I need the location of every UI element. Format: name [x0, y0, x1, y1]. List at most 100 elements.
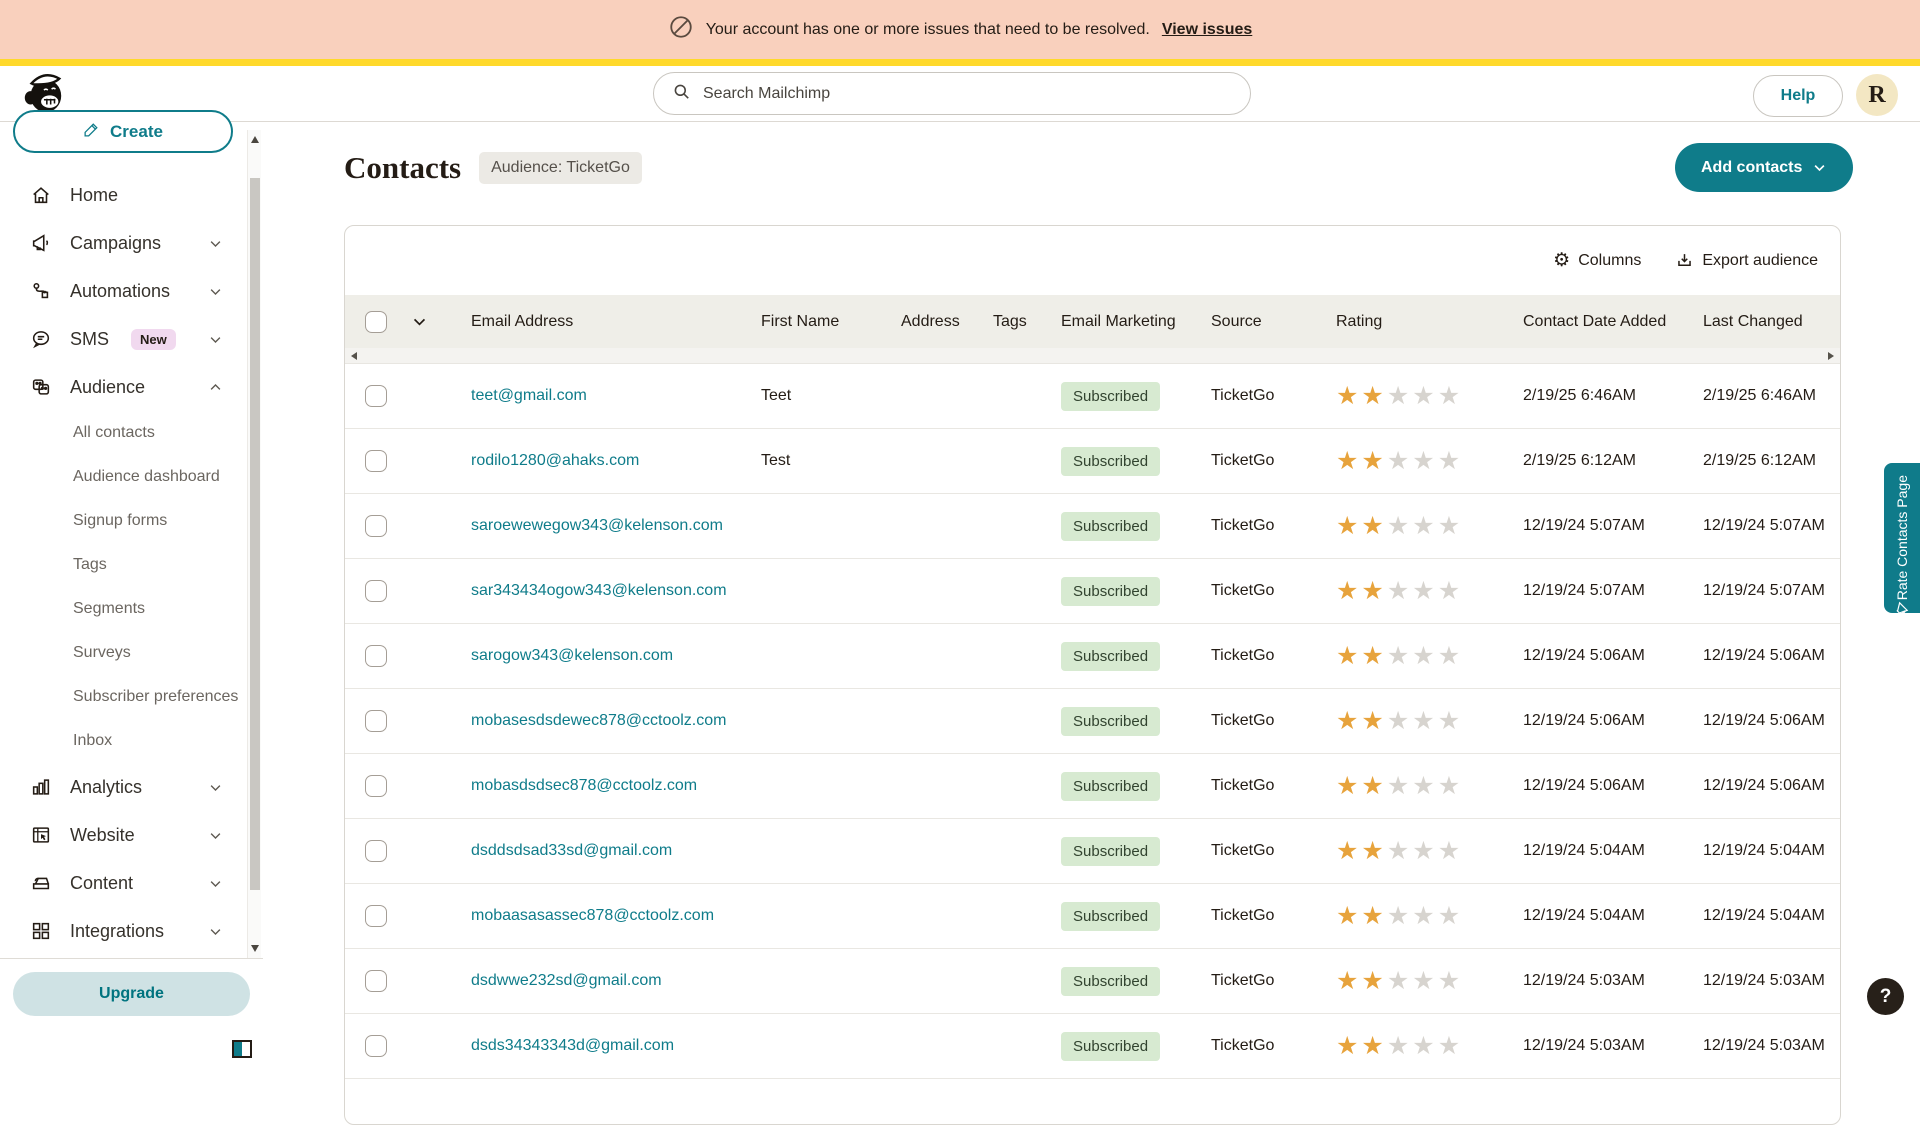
contact-email-link[interactable]: dsdwwe232sd@gmail.com: [471, 972, 662, 989]
column-header-date-added[interactable]: Contact Date Added: [1523, 313, 1703, 331]
row-checkbox[interactable]: [365, 970, 387, 992]
rate-contacts-page-tab[interactable]: Rate Contacts Page: [1884, 463, 1920, 613]
add-contacts-button[interactable]: Add contacts: [1675, 143, 1853, 192]
help-fab-button[interactable]: ?: [1867, 978, 1904, 1015]
chevron-down-icon: [208, 780, 223, 795]
star-empty-icon: ★: [1412, 382, 1437, 410]
row-checkbox[interactable]: [365, 645, 387, 667]
bulk-actions-chevron[interactable]: [411, 313, 471, 330]
contact-date-added: 12/19/24 5:06AM: [1523, 647, 1703, 665]
upgrade-button[interactable]: Upgrade: [13, 972, 250, 1016]
sidebar-item-segments[interactable]: Segments: [0, 587, 245, 631]
row-checkbox[interactable]: [365, 385, 387, 407]
star-rating: ★★★★★: [1336, 449, 1523, 474]
contact-date-added: 12/19/24 5:04AM: [1523, 907, 1703, 925]
sidebar-divider: [0, 958, 263, 959]
sidebar-item-website[interactable]: Website: [0, 811, 245, 859]
table-horizontal-scrollbar[interactable]: [345, 348, 1840, 364]
star-filled-icon: ★: [1336, 1032, 1361, 1060]
sidebar-item-audience-dashboard[interactable]: Audience dashboard: [0, 455, 245, 499]
star-filled-icon: ★: [1336, 577, 1361, 605]
column-header-email[interactable]: Email Address: [471, 313, 761, 331]
view-issues-link[interactable]: View issues: [1162, 21, 1252, 39]
contact-last-changed: 12/19/24 5:06AM: [1703, 647, 1840, 665]
star-empty-icon: ★: [1387, 902, 1412, 930]
star-empty-icon: ★: [1438, 902, 1463, 930]
contact-email-link[interactable]: rodilo1280@ahaks.com: [471, 452, 639, 469]
sidebar-item-label: Analytics: [70, 777, 142, 798]
sidebar-item-tags[interactable]: Tags: [0, 543, 245, 587]
sidebar-item-surveys[interactable]: Surveys: [0, 631, 245, 675]
sidebar-item-integrations[interactable]: Integrations: [0, 907, 245, 955]
help-button[interactable]: Help: [1753, 75, 1843, 117]
row-checkbox[interactable]: [365, 905, 387, 927]
star-empty-icon: ★: [1412, 447, 1437, 475]
contact-email-link[interactable]: sar343434ogow343@kelenson.com: [471, 582, 727, 599]
download-icon: [1675, 251, 1694, 270]
contact-last-changed: 12/19/24 5:03AM: [1703, 1037, 1840, 1055]
scroll-right-arrow-icon[interactable]: [1828, 352, 1834, 360]
column-header-first-name[interactable]: First Name: [761, 313, 901, 331]
column-header-source[interactable]: Source: [1211, 313, 1336, 331]
column-header-address[interactable]: Address: [901, 313, 993, 331]
sidebar-item-analytics[interactable]: Analytics: [0, 763, 245, 811]
contact-email-link[interactable]: sarogow343@kelenson.com: [471, 647, 673, 664]
row-checkbox[interactable]: [365, 580, 387, 602]
contact-email-link[interactable]: mobasesdsdewec878@cctoolz.com: [471, 712, 726, 729]
column-header-tags[interactable]: Tags: [993, 313, 1061, 331]
row-checkbox[interactable]: [365, 840, 387, 862]
star-empty-icon: ★: [1412, 707, 1437, 735]
columns-button[interactable]: ⚙ Columns: [1553, 251, 1641, 270]
contact-email-link[interactable]: teet@gmail.com: [471, 387, 587, 404]
scroll-down-arrow-icon[interactable]: [251, 945, 259, 952]
export-audience-button[interactable]: Export audience: [1675, 251, 1818, 270]
column-header-rating[interactable]: Rating: [1336, 313, 1523, 331]
scroll-up-arrow-icon[interactable]: [251, 136, 259, 143]
chevron-up-icon: [208, 380, 223, 395]
table-row: mobaasasassec878@cctoolz.com Subscribed …: [345, 884, 1840, 949]
content-box-icon: [30, 872, 52, 894]
contact-email-link[interactable]: dsds34343343d@gmail.com: [471, 1037, 674, 1054]
contact-first-name: Teet: [761, 387, 901, 405]
search-input[interactable]: [703, 85, 1232, 103]
row-checkbox[interactable]: [365, 710, 387, 732]
create-button[interactable]: Create: [13, 110, 233, 153]
sidebar-item-subscriber-preferences[interactable]: Subscriber preferences: [0, 675, 245, 719]
star-empty-icon: ★: [1438, 512, 1463, 540]
row-checkbox[interactable]: [365, 775, 387, 797]
sidebar-item-all-contacts[interactable]: All contacts: [0, 411, 245, 455]
sidebar-item-sms[interactable]: SMS New: [0, 315, 245, 363]
sidebar-item-audience[interactable]: Audience: [0, 363, 245, 411]
status-badge: Subscribed: [1061, 772, 1160, 801]
sidebar-item-inbox[interactable]: Inbox: [0, 719, 245, 763]
contact-email-link[interactable]: mobasdsdsec878@cctoolz.com: [471, 777, 697, 794]
sidebar-item-label: Content: [70, 873, 133, 894]
star-rating: ★★★★★: [1336, 1034, 1523, 1059]
sidebar-item-content[interactable]: Content: [0, 859, 245, 907]
contact-email-link[interactable]: mobaasasassec878@cctoolz.com: [471, 907, 714, 924]
contact-email-link[interactable]: saroewewegow343@kelenson.com: [471, 517, 723, 534]
sidebar-scrollbar[interactable]: [247, 130, 261, 958]
global-search[interactable]: [653, 72, 1251, 115]
sidebar-item-signup-forms[interactable]: Signup forms: [0, 499, 245, 543]
browser-icon: [30, 824, 52, 846]
select-all-checkbox[interactable]: [365, 311, 387, 333]
star-empty-icon: ★: [1438, 577, 1463, 605]
sidebar-item-campaigns[interactable]: Campaigns: [0, 219, 245, 267]
collapse-sidebar-icon[interactable]: [232, 1040, 252, 1058]
row-checkbox[interactable]: [365, 1035, 387, 1057]
sidebar-item-home[interactable]: Home: [0, 171, 245, 219]
column-header-last-changed[interactable]: Last Changed: [1703, 313, 1840, 331]
scroll-left-arrow-icon[interactable]: [351, 352, 357, 360]
contact-email-link[interactable]: dsddsdsad33sd@gmail.com: [471, 842, 672, 859]
star-filled-icon: ★: [1361, 967, 1386, 995]
row-checkbox[interactable]: [365, 515, 387, 537]
sidebar-scrollbar-thumb[interactable]: [250, 178, 260, 890]
row-checkbox[interactable]: [365, 450, 387, 472]
contact-date-added: 12/19/24 5:04AM: [1523, 842, 1703, 860]
contact-last-changed: 12/19/24 5:04AM: [1703, 842, 1840, 860]
avatar[interactable]: R: [1856, 74, 1898, 116]
audience-icon: [30, 376, 52, 398]
column-header-email-marketing[interactable]: Email Marketing: [1061, 313, 1211, 331]
sidebar-item-automations[interactable]: Automations: [0, 267, 245, 315]
